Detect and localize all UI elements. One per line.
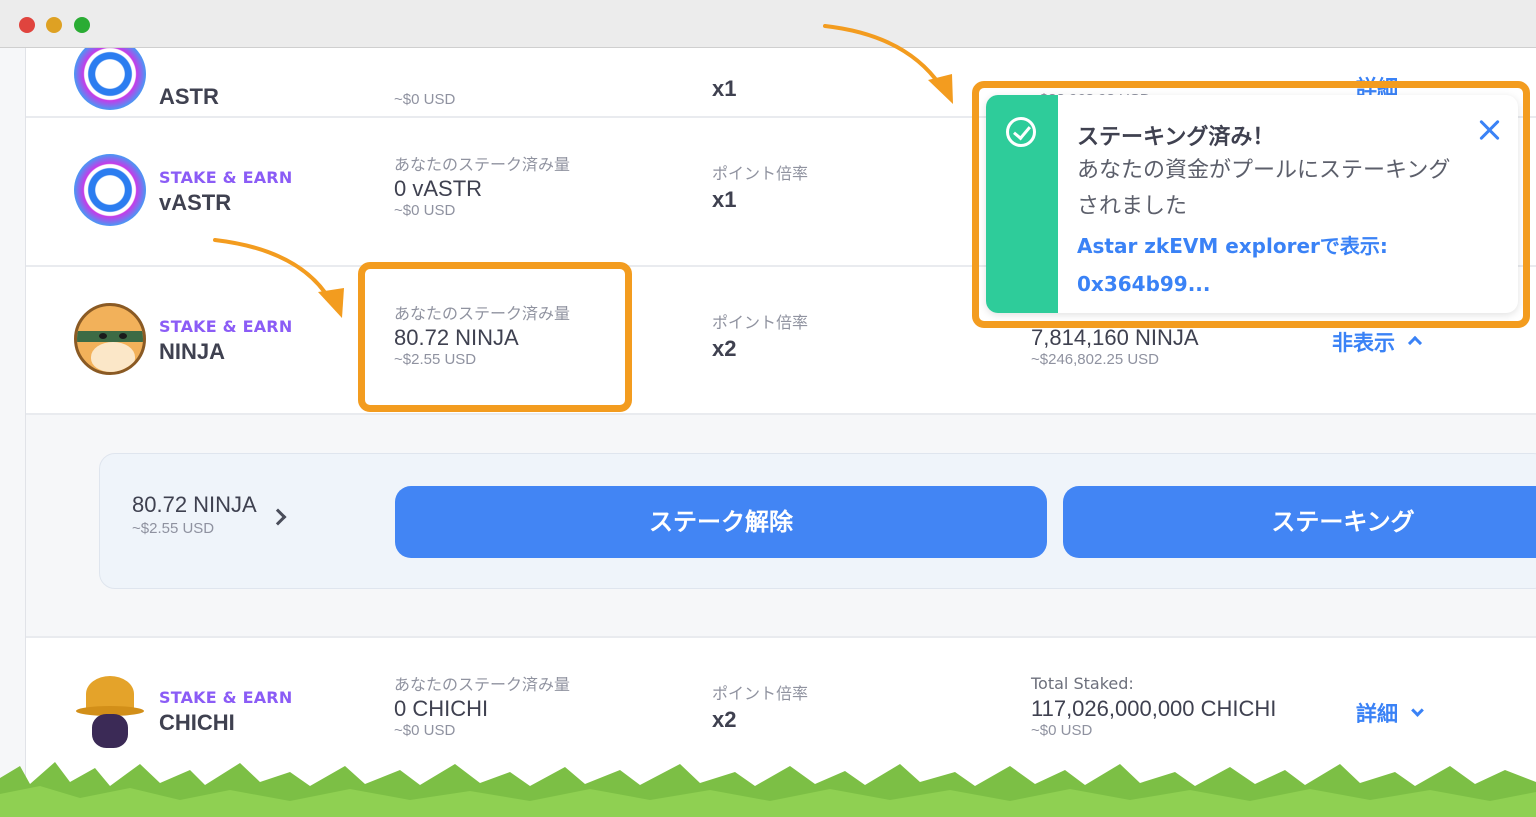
total-staked-label: Total Staked: bbox=[1031, 674, 1134, 693]
minimize-window-button[interactable] bbox=[46, 17, 62, 33]
hide-button[interactable]: 非表示 bbox=[1332, 327, 1423, 357]
chevron-up-icon bbox=[1408, 335, 1423, 351]
close-window-button[interactable] bbox=[19, 17, 35, 33]
vastr-logo-icon bbox=[74, 154, 146, 226]
stake-button[interactable]: ステーキング bbox=[1063, 486, 1536, 558]
details-button[interactable]: 詳細 bbox=[1356, 698, 1424, 728]
zoom-window-button[interactable] bbox=[74, 17, 90, 33]
pool-symbol: ASTR bbox=[159, 84, 219, 109]
staked-label: あなたのステーク済み量 bbox=[394, 675, 571, 694]
details-label: 詳細 bbox=[1356, 702, 1398, 726]
stake-earn-tag: STAKE & EARN bbox=[159, 688, 293, 707]
ninja-expanded-panel: 80.72 NINJA ~$2.55 USD ステーク解除 ステーキング bbox=[26, 415, 1536, 638]
hide-label: 非表示 bbox=[1332, 331, 1395, 355]
staked-amount: 0 vASTR bbox=[394, 176, 483, 201]
total-usd: ~$0 USD bbox=[1031, 722, 1093, 739]
wallet-balance: 80.72 NINJA bbox=[132, 492, 257, 517]
unstake-button[interactable]: ステーク解除 bbox=[395, 486, 1047, 558]
multiplier-value: x2 bbox=[712, 707, 737, 732]
pool-symbol: NINJA bbox=[159, 339, 226, 364]
highlight-frame-toast bbox=[972, 81, 1530, 328]
staked-usd: ~$0 USD bbox=[394, 202, 456, 219]
pool-symbol: CHICHI bbox=[159, 710, 235, 735]
multiplier-label: ポイント倍率 bbox=[712, 164, 809, 183]
ninja-logo-icon bbox=[74, 303, 146, 375]
grass-decoration bbox=[0, 762, 1536, 817]
window-titlebar bbox=[0, 0, 1536, 48]
staked-usd: ~$0 USD bbox=[394, 722, 456, 739]
wallet-balance-usd: ~$2.55 USD bbox=[132, 520, 215, 537]
staked-amount: 0 CHICHI bbox=[394, 696, 489, 721]
balance-box: 80.72 NINJA ~$2.55 USD ステーク解除 ステーキング bbox=[99, 453, 1536, 589]
staked-usd: ~$0 USD bbox=[394, 91, 456, 108]
astr-logo-icon bbox=[74, 48, 146, 110]
multiplier-value: x1 bbox=[712, 76, 737, 101]
multiplier-label: ポイント倍率 bbox=[712, 313, 809, 332]
chevron-right-icon[interactable] bbox=[269, 508, 287, 526]
staked-label: あなたのステーク済み量 bbox=[394, 155, 571, 174]
highlight-frame-staked-amount bbox=[358, 262, 632, 412]
total-amount: 117,026,000,000 CHICHI bbox=[1031, 696, 1277, 721]
stake-earn-tag: STAKE & EARN bbox=[159, 168, 293, 187]
multiplier-value: x1 bbox=[712, 187, 737, 212]
total-usd: ~$246,802.25 USD bbox=[1031, 351, 1160, 368]
chevron-down-icon bbox=[1411, 704, 1424, 717]
multiplier-value: x2 bbox=[712, 336, 737, 361]
pool-symbol: vASTR bbox=[159, 190, 232, 215]
total-amount: 7,814,160 NINJA bbox=[1031, 325, 1199, 350]
stake-earn-tag: STAKE & EARN bbox=[159, 317, 293, 336]
multiplier-label: ポイント倍率 bbox=[712, 684, 809, 703]
chichi-logo-icon bbox=[74, 676, 146, 748]
